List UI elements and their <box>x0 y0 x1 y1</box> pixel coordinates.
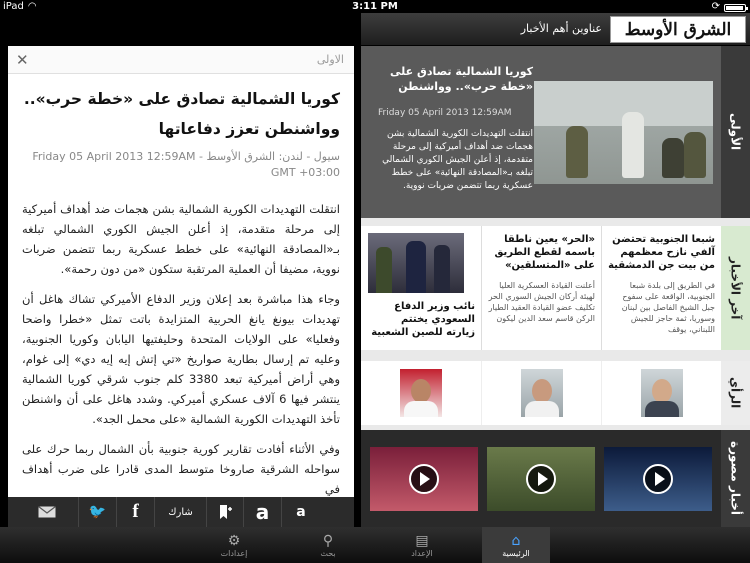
close-icon[interactable]: ✕ <box>16 51 29 69</box>
article-paragraph: وفي الأثناء أفادت تقارير كورية جنوبية بأ… <box>22 442 340 496</box>
email-icon <box>37 506 56 518</box>
tab-settings[interactable]: ⚙ إعدادات <box>200 527 268 563</box>
status-right: ⟳ <box>711 0 748 13</box>
bottom-tab-bar: ⚙ إعدادات ⚲ بحث ▤ الإعداد ⌂ الرئيسية <box>0 527 750 563</box>
article-section: الاولى <box>316 53 344 66</box>
video-item[interactable] <box>369 446 478 511</box>
facebook-share-button[interactable]: f <box>117 497 155 527</box>
status-time: 3:11 PM <box>352 1 398 12</box>
article-meta: سيول - لندن: الشرق الأوسط - Friday 05 Ap… <box>32 150 340 179</box>
article-toolbar: 🐦 f شارك a a <box>8 497 354 527</box>
home-icon: ⌂ <box>511 532 521 549</box>
status-bar: iPad ◠ 3:11 PM ⟳ <box>0 0 750 13</box>
article-topbar: ✕ الاولى <box>8 46 354 74</box>
news-title: نائب وزير الدفاع السعودي يختتم زيارته لل… <box>371 301 475 338</box>
bookmark-add-icon <box>220 505 232 519</box>
featured-story[interactable]: كوريا الشمالية تصادق على «خطة حرب».. ووا… <box>361 46 721 218</box>
tab-label: بحث <box>320 548 336 558</box>
tab-home[interactable]: ⌂ الرئيسية <box>482 527 550 563</box>
article-body: كوريا الشمالية تصادق على «خطة حرب».. ووا… <box>8 74 354 499</box>
featured-title: كوريا الشمالية تصادق على «خطة حرب».. ووا… <box>390 65 533 93</box>
article-paragraph: انتقلت التهديدات الكورية الشمالية بشن هج… <box>22 202 340 276</box>
font-smaller-button[interactable]: a <box>282 497 320 527</box>
opinion-row <box>361 361 721 425</box>
featured-photo <box>534 81 713 184</box>
featured-date: Friday 05 April 2013 12:59AM <box>378 108 512 118</box>
tab-label: إعدادات <box>220 548 248 558</box>
lock-rotation-icon: ⟳ <box>711 1 720 12</box>
share-label-button[interactable]: شارك <box>155 497 207 527</box>
section-tab-videos[interactable]: أخبار مصورة <box>721 430 750 527</box>
font-larger-button[interactable]: a <box>244 497 282 527</box>
article-paragraph: وجاء هذا مباشرة بعد إعلان وزير الدفاع ال… <box>22 292 340 426</box>
newspaper-icon: ▤ <box>415 532 429 549</box>
battery-icon <box>724 3 748 12</box>
section-tab-label: آخر الأخبار <box>728 256 743 320</box>
twitter-icon: 🐦 <box>88 504 107 520</box>
tab-label: الرئيسية <box>502 548 530 558</box>
writer-avatar <box>520 369 563 417</box>
opinion-writer[interactable] <box>361 361 481 425</box>
news-item[interactable]: نائب وزير الدفاع السعودي يختتم زيارته لل… <box>361 226 481 350</box>
gear-icon: ⚙ <box>227 532 241 549</box>
newspaper-logo: الشرق الأوسط <box>610 16 746 43</box>
opinion-writer[interactable] <box>601 361 721 425</box>
section-tab-label: الأولى <box>728 113 743 151</box>
article-panel: ✕ الاولى كوريا الشمالية تصادق على «خطة ح… <box>8 46 354 527</box>
twitter-share-button[interactable]: 🐦 <box>79 497 117 527</box>
section-tab-latest[interactable]: آخر الأخبار <box>721 226 750 350</box>
writer-avatar <box>400 369 442 417</box>
news-title: «الحر» يعين ناطقا باسمه لقطع الطريق على … <box>494 234 595 271</box>
top-header: عناوين أهم الأخبار الشرق الأوسط <box>361 13 750 46</box>
section-tab-opinion[interactable]: الرأي <box>721 361 750 425</box>
header-title[interactable]: عناوين أهم الأخبار <box>521 22 602 35</box>
play-icon[interactable] <box>408 463 439 494</box>
email-share-button[interactable] <box>15 497 79 527</box>
search-icon: ⚲ <box>322 532 334 549</box>
tab-search[interactable]: ⚲ بحث <box>294 527 362 563</box>
app-window: iPad ◠ 3:11 PM ⟳ عناوين أهم الأخبار الشر… <box>0 0 750 563</box>
section-tab-label: أخبار مصورة <box>728 441 743 516</box>
play-icon[interactable] <box>526 463 557 494</box>
featured-summary: انتقلت التهديدات الكورية الشمالية بشن هج… <box>382 129 533 191</box>
videos-row <box>361 430 721 527</box>
news-summary: في الطريق إلى بلدة شبعا الجنوبية، الواقع… <box>621 281 715 334</box>
opinion-writer[interactable] <box>481 361 601 425</box>
facebook-icon: f <box>132 501 139 522</box>
news-photo <box>368 233 464 293</box>
video-item[interactable] <box>604 446 713 511</box>
tab-label: الإعداد <box>411 548 433 558</box>
tab-archive[interactable]: ▤ الإعداد <box>388 527 456 563</box>
news-item[interactable]: شبعا الجنوبية تحتضن آلفي نازح معظمهم من … <box>601 226 721 350</box>
article-text: انتقلت التهديدات الكورية الشمالية بشن هج… <box>22 199 340 499</box>
play-icon[interactable] <box>643 463 674 494</box>
article-headline: كوريا الشمالية تصادق على «خطة حرب».. ووا… <box>23 90 340 138</box>
news-title: شبعا الجنوبية تحتضن آلفي نازح معظمهم من … <box>608 234 715 271</box>
sections-panel: الأولى آخر الأخبار الرأي أخبار مصورة كور… <box>361 46 750 527</box>
bookmark-button[interactable] <box>207 497 244 527</box>
news-summary: أعلنت القيادة العسكرية العليا لهيئة أركا… <box>488 281 595 323</box>
writer-avatar <box>640 369 683 417</box>
section-tab-label: الرأي <box>728 377 743 409</box>
news-item[interactable]: «الحر» يعين ناطقا باسمه لقطع الطريق على … <box>481 226 601 350</box>
section-tab-first[interactable]: الأولى <box>721 46 750 218</box>
latest-news-row: شبعا الجنوبية تحتضن آلفي نازح معظمهم من … <box>361 226 721 350</box>
video-item[interactable] <box>487 446 596 511</box>
share-label: شارك <box>168 506 193 518</box>
